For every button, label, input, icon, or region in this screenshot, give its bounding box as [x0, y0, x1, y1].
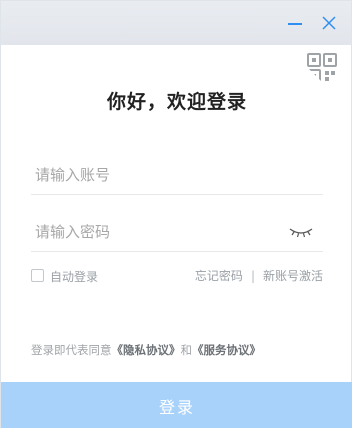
account-field-wrapper — [31, 155, 323, 195]
password-field-wrapper — [31, 212, 323, 252]
auto-login-checkbox[interactable] — [31, 269, 44, 282]
forgot-password-link[interactable]: 忘记密码 — [195, 269, 243, 283]
password-input[interactable] — [31, 212, 323, 251]
login-button[interactable]: 登录 — [1, 382, 352, 428]
agreement-prefix: 登录即代表同意 — [31, 343, 112, 357]
privacy-agreement-link[interactable]: 《隐私协议》 — [112, 343, 181, 357]
activate-account-link[interactable]: 新账号激活 — [263, 269, 323, 283]
agreement-text: 登录即代表同意《隐私协议》和《服务协议》 — [31, 342, 331, 358]
login-window: 你好，欢迎登录 自动登录 忘记密码 | 新账号激活 登录即代表同意《隐私协议》和《服… — [0, 0, 352, 428]
close-icon — [322, 16, 336, 30]
page-title: 你好，欢迎登录 — [106, 91, 247, 113]
title-bar — [1, 1, 351, 45]
minimize-icon — [288, 23, 302, 25]
eye-closed-icon — [289, 228, 313, 238]
account-links: 忘记密码 | 新账号激活 — [195, 267, 323, 284]
login-options: 自动登录 忘记密码 | 新账号激活 — [31, 267, 323, 285]
link-separator: | — [250, 269, 255, 283]
account-input[interactable] — [31, 155, 323, 194]
password-visibility-toggle[interactable] — [289, 225, 313, 239]
auto-login-label: 自动登录 — [50, 270, 99, 284]
close-button[interactable] — [317, 11, 341, 35]
minimize-button[interactable] — [283, 11, 307, 35]
agreement-conjunction: 和 — [180, 343, 193, 357]
service-agreement-link[interactable]: 《服务协议》 — [192, 343, 261, 357]
